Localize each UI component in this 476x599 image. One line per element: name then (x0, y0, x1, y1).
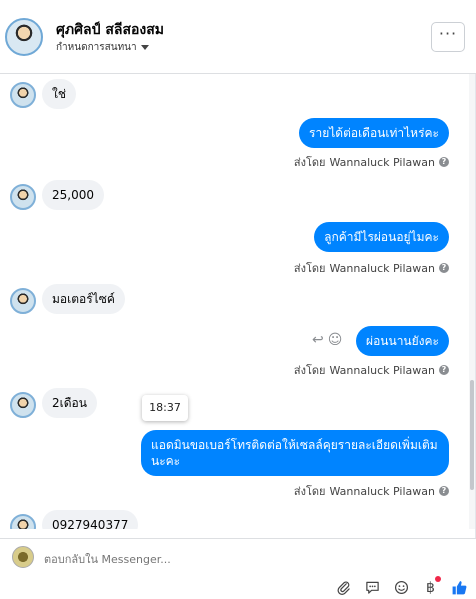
contact-avatar-small (10, 288, 36, 314)
incoming-message[interactable]: ใช่ (42, 79, 77, 109)
incoming-message[interactable]: 0927940377 (42, 510, 139, 529)
outgoing-message[interactable]: ลูกค้ามีไรผ่อนอยู่ไมคะ (314, 222, 449, 252)
composer-toolbar: ฿ (335, 576, 468, 596)
emoji-icon[interactable]: ☺ (328, 332, 343, 348)
sender-name: Wannaluck Pilawan (329, 484, 436, 498)
conversation-schedule-dropdown[interactable]: กำหนดการสนทนา (56, 40, 149, 55)
sent-by-label: ส่งโดย (293, 485, 326, 498)
sender-name: Wannaluck Pilawan (329, 261, 436, 275)
emoji-icon[interactable] (393, 579, 410, 596)
outgoing-message[interactable]: รายได้ต่อเดือนเท่าไหร่คะ (299, 118, 449, 148)
outgoing-message[interactable]: แอดมินขอเบอร์โทรติดต่อให้เซลล์คุยรายละเอ… (141, 430, 449, 476)
info-icon[interactable]: ? (439, 486, 449, 496)
sent-by-line: ส่งโดย Wannaluck Pilawan ? (294, 361, 449, 379)
saved-replies-icon[interactable] (364, 579, 381, 596)
sender-name: Wannaluck Pilawan (329, 155, 436, 169)
contact-avatar-small (10, 184, 36, 210)
more-options-button[interactable]: ··· (431, 22, 465, 52)
sent-by-line: ส่งโดย Wannaluck Pilawan ? (294, 259, 449, 277)
contact-avatar[interactable] (5, 18, 43, 56)
message-thread[interactable]: ใช่ รายได้ต่อเดือนเท่าไหร่คะ ส่งโดย Wann… (0, 74, 476, 529)
info-icon[interactable]: ? (439, 263, 449, 273)
attachment-icon[interactable] (335, 579, 352, 596)
reply-icon[interactable]: ↩ (312, 332, 324, 348)
sent-by-label: ส่งโดย (293, 364, 326, 377)
contact-name[interactable]: ศุภศิลป์ สลีสองสม (56, 19, 164, 41)
incoming-message[interactable]: มอเตอร์ไซค์ (42, 284, 125, 314)
incoming-message[interactable]: 25,000 (42, 180, 104, 210)
messenger-panel: ศุภศิลป์ สลีสองสม กำหนดการสนทนา ··· ใช่ … (0, 0, 476, 599)
sender-name: Wannaluck Pilawan (329, 363, 436, 377)
info-icon[interactable]: ? (439, 157, 449, 167)
contact-avatar-small (10, 82, 36, 108)
payment-icon[interactable]: ฿ (422, 576, 441, 596)
sent-by-label: ส่งโดย (293, 262, 326, 275)
info-icon[interactable]: ? (439, 365, 449, 375)
contact-avatar-small (10, 514, 36, 529)
conversation-schedule-label: กำหนดการสนทนา (56, 42, 137, 53)
thumbs-up-icon[interactable] (451, 579, 468, 596)
contact-avatar-small (10, 392, 36, 418)
reply-input[interactable] (44, 550, 444, 568)
composer: ฿ (0, 538, 476, 599)
incoming-message[interactable]: 2เดือน (42, 388, 97, 418)
sent-by-line: ส่งโดย Wannaluck Pilawan ? (294, 153, 449, 171)
chevron-down-icon (140, 44, 149, 50)
notification-dot (435, 576, 441, 582)
outgoing-message[interactable]: ผ่อนนานยังคะ (356, 326, 449, 356)
conversation-header: ศุภศิลป์ สลีสองสม กำหนดการสนทนา ··· (0, 0, 476, 74)
message-actions: ↩ ☺ (312, 332, 342, 348)
timestamp-tooltip: 18:37 (142, 395, 188, 421)
scrollbar-thumb[interactable] (470, 380, 474, 490)
sent-by-label: ส่งโดย (293, 156, 326, 169)
page-avatar (12, 546, 34, 568)
sent-by-line: ส่งโดย Wannaluck Pilawan ? (294, 482, 449, 500)
